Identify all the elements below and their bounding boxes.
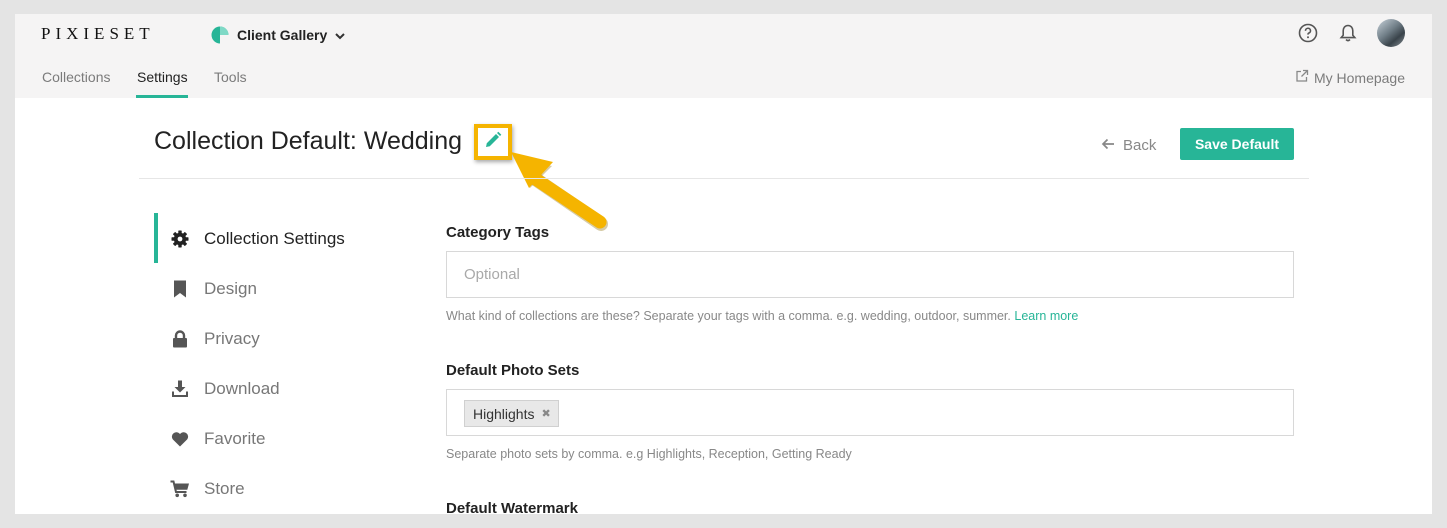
gear-icon [170, 229, 190, 249]
sidebar-item-design[interactable]: Design [170, 276, 257, 302]
photo-sets-label: Default Photo Sets [446, 362, 580, 379]
header-actions [1297, 19, 1405, 47]
help-icon[interactable] [1297, 22, 1319, 44]
watermark-label: Default Watermark [446, 500, 578, 514]
learn-more-link[interactable]: Learn more [1014, 309, 1078, 323]
photo-sets-input[interactable]: Highlights ✖ [446, 389, 1294, 436]
sidebar-item-collection-settings[interactable]: Collection Settings [170, 226, 345, 252]
bookmark-icon [170, 279, 190, 299]
photo-sets-help: Separate photo sets by comma. e.g Highli… [446, 447, 852, 461]
category-tags-placeholder: Optional [464, 266, 520, 283]
my-homepage-label: My Homepage [1313, 69, 1405, 86]
tab-collections[interactable]: Collections [42, 69, 110, 85]
lock-icon [170, 329, 190, 349]
sidebar-item-label: Privacy [204, 329, 260, 348]
avatar[interactable] [1377, 19, 1405, 47]
page-title: Collection Default: Wedding [154, 127, 463, 155]
category-tags-help: What kind of collections are these? Sepa… [446, 309, 1078, 323]
header-divider [139, 178, 1309, 179]
app-window: PIXIESET Client Gallery Collections Sett… [15, 14, 1432, 514]
category-tags-help-text: What kind of collections are these? Sepa… [446, 309, 1011, 323]
brand-logo[interactable]: PIXIESET [41, 24, 155, 44]
app-switcher-label: Client Gallery [237, 27, 328, 43]
sidebar-item-label: Store [204, 479, 245, 498]
sidebar-item-label: Favorite [204, 429, 266, 448]
tab-tools[interactable]: Tools [214, 69, 247, 85]
sidebar-item-download[interactable]: Download [170, 376, 280, 402]
client-gallery-logo-icon [211, 26, 229, 44]
tab-settings[interactable]: Settings [137, 69, 188, 85]
back-label: Back [1123, 136, 1157, 154]
remove-chip-icon[interactable]: ✖ [541, 407, 550, 420]
arrow-left-icon [1101, 137, 1115, 154]
chevron-down-icon [335, 27, 345, 43]
sidebar-item-privacy[interactable]: Privacy [170, 326, 260, 352]
my-homepage-link[interactable]: My Homepage [1295, 69, 1405, 86]
save-default-button[interactable]: Save Default [1180, 128, 1294, 160]
bell-icon[interactable] [1337, 22, 1359, 44]
pencil-icon [484, 131, 502, 154]
external-link-icon [1295, 69, 1309, 86]
heart-icon [170, 429, 190, 449]
sidebar-item-label: Download [204, 379, 280, 398]
sidebar-active-indicator [154, 213, 158, 263]
sidebar-item-store[interactable]: Store [170, 476, 245, 502]
app-switcher[interactable]: Client Gallery [211, 22, 345, 48]
sidebar-item-label: Design [204, 279, 257, 298]
chip-label: Highlights [473, 405, 535, 422]
photo-set-chip: Highlights ✖ [464, 400, 559, 427]
active-tab-indicator [136, 95, 188, 98]
download-icon [170, 379, 190, 399]
cart-icon [170, 479, 190, 499]
back-button[interactable]: Back [1101, 134, 1156, 156]
sidebar-item-favorite[interactable]: Favorite [170, 426, 265, 452]
top-bar: PIXIESET Client Gallery [15, 14, 1432, 58]
sidebar-item-label: Collection Settings [204, 229, 345, 248]
sub-navigation: Collections Settings Tools My Homepage [15, 58, 1432, 98]
category-tags-label: Category Tags [446, 224, 550, 241]
category-tags-input[interactable]: Optional [446, 251, 1294, 298]
